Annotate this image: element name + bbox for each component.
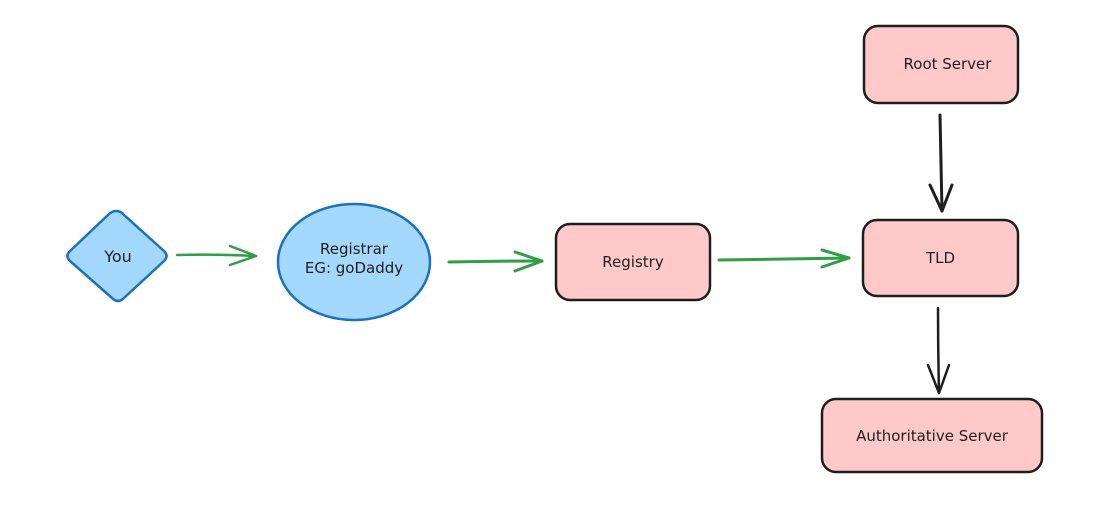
- arrow-you-to-registrar[interactable]: [175, 244, 258, 267]
- authoritative-server-node-shape[interactable]: [820, 397, 1044, 474]
- arrow-registry-to-tld[interactable]: [717, 248, 851, 269]
- tld-node-shape[interactable]: [861, 218, 1020, 298]
- registry-node-shape[interactable]: [554, 222, 712, 302]
- you-node-shape[interactable]: [66, 209, 168, 303]
- diagram-canvas: [66, 24, 1044, 474]
- arrow-tld-to-authoritative[interactable]: [926, 306, 951, 395]
- arrow-registrar-to-registry[interactable]: [447, 250, 544, 273]
- root-server-node-shape[interactable]: [862, 24, 1020, 105]
- registrar-node-shape[interactable]: [276, 202, 432, 322]
- arrow-root-to-tld[interactable]: [928, 113, 954, 213]
